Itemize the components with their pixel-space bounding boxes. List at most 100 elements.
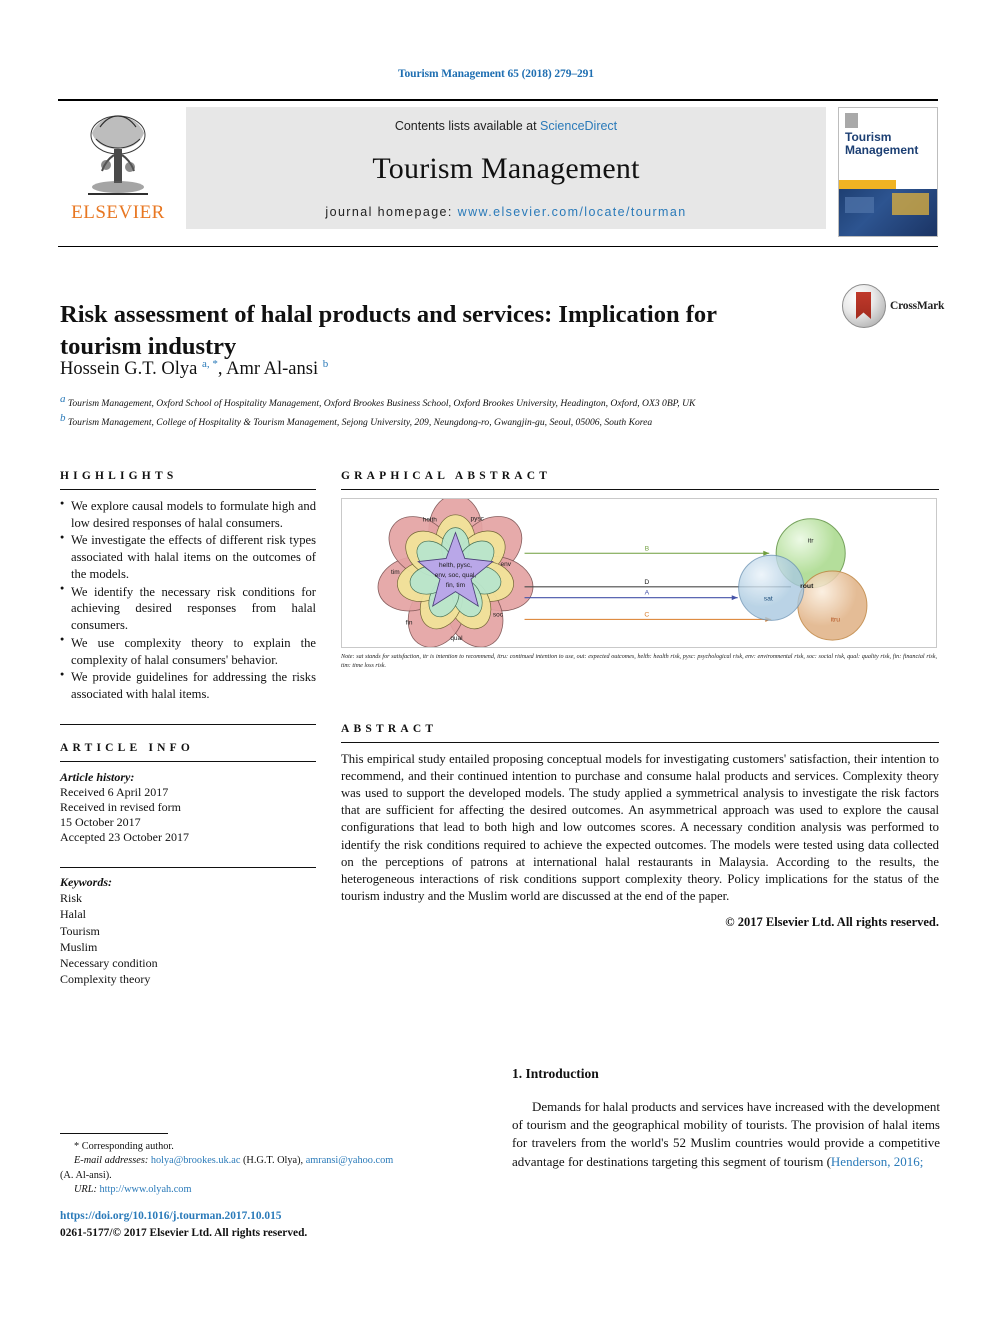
petal-label-helth: helth	[423, 517, 437, 524]
list-item: We provide guidelines for addressing the…	[60, 669, 316, 702]
svg-text:helth, pysc,: helth, pysc,	[439, 562, 472, 569]
outcome-circle-itru	[797, 570, 868, 641]
petal-label-env: env	[501, 561, 512, 568]
outcome-circle-sat	[738, 554, 805, 621]
email-link-1[interactable]: holya@brookes.uk.ac	[151, 1155, 241, 1166]
abstract-text: This empirical study entailed proposing …	[341, 751, 939, 904]
corresponding-author-text: * Corresponding author.	[74, 1141, 174, 1152]
keywords-label: Keywords:	[60, 875, 112, 890]
outcome-label-rout: rout	[800, 583, 814, 590]
graphical-abstract-divider	[341, 489, 939, 490]
author-url-link[interactable]: http://www.olyah.com	[99, 1184, 191, 1195]
list-item: We explore causal models to formulate hi…	[60, 498, 316, 531]
graphical-abstract-heading: GRAPHICAL ABSTRACT	[341, 470, 552, 482]
cover-top: Tourism Management	[839, 108, 937, 180]
keyword-item: Halal	[60, 907, 86, 922]
article-info-divider	[60, 760, 316, 762]
risk-flower-petals: helth pysc env soc qual fin tim helth, p…	[377, 499, 534, 647]
email-owner-1: (H.G.T. Olya),	[242, 1155, 304, 1167]
petal-label-tim: tim	[391, 569, 400, 576]
right-column: GRAPHICAL ABSTRACT helth pysc env soc qu…	[341, 470, 939, 930]
article-info-heading: ARTICLE INFO	[60, 741, 195, 754]
svg-text:env, soc, qual,: env, soc, qual,	[435, 572, 477, 579]
list-item: We investigate the effects of different …	[60, 532, 316, 582]
path-label-b: B	[645, 545, 649, 552]
title-divider	[58, 246, 938, 247]
history-line: Accepted 23 October 2017	[60, 830, 189, 845]
journal-title: Tourism Management	[372, 152, 640, 185]
outcome-venn: itr sat itru rout	[738, 518, 868, 641]
journal-homepage-line: journal homepage: www.elsevier.com/locat…	[186, 205, 826, 219]
journal-cover-block: Tourism Management	[834, 107, 938, 237]
elsevier-tree-icon	[88, 115, 148, 195]
petal-label-pysc: pysc	[470, 516, 484, 523]
contents-prefix: Contents lists available at	[394, 119, 541, 133]
page-title: Risk assessment of halal products and se…	[60, 301, 717, 361]
crossmark-icon	[842, 284, 886, 328]
petal-label-soc: soc	[493, 611, 504, 618]
footnote-divider	[60, 1133, 168, 1134]
cover-title-line1: Tourism	[845, 130, 892, 144]
introduction-heading: 1. Introduction	[512, 1066, 599, 1081]
abstract-copyright: © 2017 Elsevier Ltd. All rights reserved…	[725, 915, 939, 930]
keyword-item: Necessary condition	[60, 956, 158, 970]
graphical-abstract-figure: helth pysc env soc qual fin tim helth, p…	[341, 498, 937, 648]
left-column: HIGHLIGHTS We explore causal models to f…	[60, 470, 316, 987]
affiliation-a: a Tourism Management, Oxford School of H…	[60, 393, 696, 410]
corresponding-author-note: * Corresponding author.	[60, 1140, 490, 1154]
cover-photo-collage	[839, 188, 937, 236]
outcome-label-itr: itr	[808, 537, 814, 544]
keyword-item: Risk	[60, 891, 83, 906]
graphical-abstract-note: Note: sat stands for satisfaction, itr i…	[341, 653, 937, 671]
affiliation-b-text: Tourism Management, College of Hospitali…	[67, 416, 653, 428]
svg-text:fin, tim: fin, tim	[446, 582, 465, 589]
url-label: URL:	[74, 1184, 97, 1196]
doi-link[interactable]: https://doi.org/10.1016/j.tourman.2017.1…	[60, 1208, 490, 1225]
list-item: We use complexity theory to explain the …	[60, 635, 316, 668]
url-note: URL: http://www.olyah.com	[60, 1183, 490, 1197]
introduction-paragraph: Demands for halal products and services …	[512, 1098, 940, 1171]
journal-article-page: Tourism Management 65 (2018) 279–291 ELS…	[0, 0, 992, 1323]
email-note: E-mail addresses: holya@brookes.uk.ac (H…	[60, 1154, 490, 1168]
cover-yellow-bar	[839, 179, 896, 189]
author-list: Hossein G.T. Olya a, *, Amr Al-ansi b	[60, 358, 329, 380]
crossmark-label: CrossMark	[890, 300, 945, 312]
journal-masthead: ELSEVIER Contents lists available at Sci…	[58, 99, 938, 237]
keyword-item: Tourism	[60, 923, 100, 938]
graphical-abstract-diagram: helth pysc env soc qual fin tim helth, p…	[377, 499, 868, 647]
affiliation-a-text: Tourism Management, Oxford School of Hos…	[67, 398, 696, 410]
keyword-item: Complexity theory	[60, 972, 151, 987]
list-item: We identify the necessary risk condition…	[60, 584, 316, 634]
footnotes: * Corresponding author. E-mail addresses…	[60, 1140, 490, 1198]
petal-label-fin: fin	[406, 619, 413, 626]
journal-band: Contents lists available at ScienceDirec…	[186, 107, 826, 229]
citation-link[interactable]: Henderson, 2016;	[831, 1154, 923, 1169]
abstract-heading: ABSTRACT	[341, 722, 438, 735]
journal-homepage-url[interactable]: www.elsevier.com/locate/tourman	[458, 205, 687, 219]
history-line: Received 6 April 2017	[60, 784, 169, 799]
history-line: 15 October 2017	[60, 815, 141, 830]
article-history-label: Article history:	[60, 769, 135, 784]
path-label-a: A	[645, 590, 650, 597]
email-link-2[interactable]: amransi@yahoo.com	[306, 1155, 394, 1166]
elsevier-logo: ELSEVIER	[58, 107, 178, 237]
path-label-c: C	[644, 611, 649, 618]
email-addresses-label: E-mail addresses:	[74, 1155, 149, 1167]
history-line: Received in revised form	[60, 799, 181, 814]
keyword-item: Muslim	[60, 939, 98, 954]
outcome-label-itru: itru	[831, 616, 841, 623]
graphical-abstract-note-text: Note: sat stands for satisfaction, itr i…	[341, 654, 937, 669]
petal-label-qual: qual	[450, 635, 463, 642]
cover-elsevier-icon	[845, 113, 858, 128]
crossmark-badge[interactable]: CrossMark	[842, 284, 944, 328]
highlights-divider	[60, 489, 316, 490]
issn-copyright: 0261-5177/© 2017 Elsevier Ltd. All right…	[60, 1227, 308, 1240]
journal-cover-image: Tourism Management	[838, 107, 938, 237]
highlights-list: We explore causal models to formulate hi…	[60, 498, 316, 703]
cover-title-line2: Management	[845, 142, 919, 157]
affiliations: a Tourism Management, Oxford School of H…	[60, 392, 820, 430]
email-owner-2-line: (A. Al-ansi).	[60, 1169, 490, 1183]
doi-block: https://doi.org/10.1016/j.tourman.2017.1…	[60, 1208, 490, 1242]
sciencedirect-link[interactable]: ScienceDirect	[540, 119, 617, 133]
keywords-divider	[60, 867, 316, 869]
